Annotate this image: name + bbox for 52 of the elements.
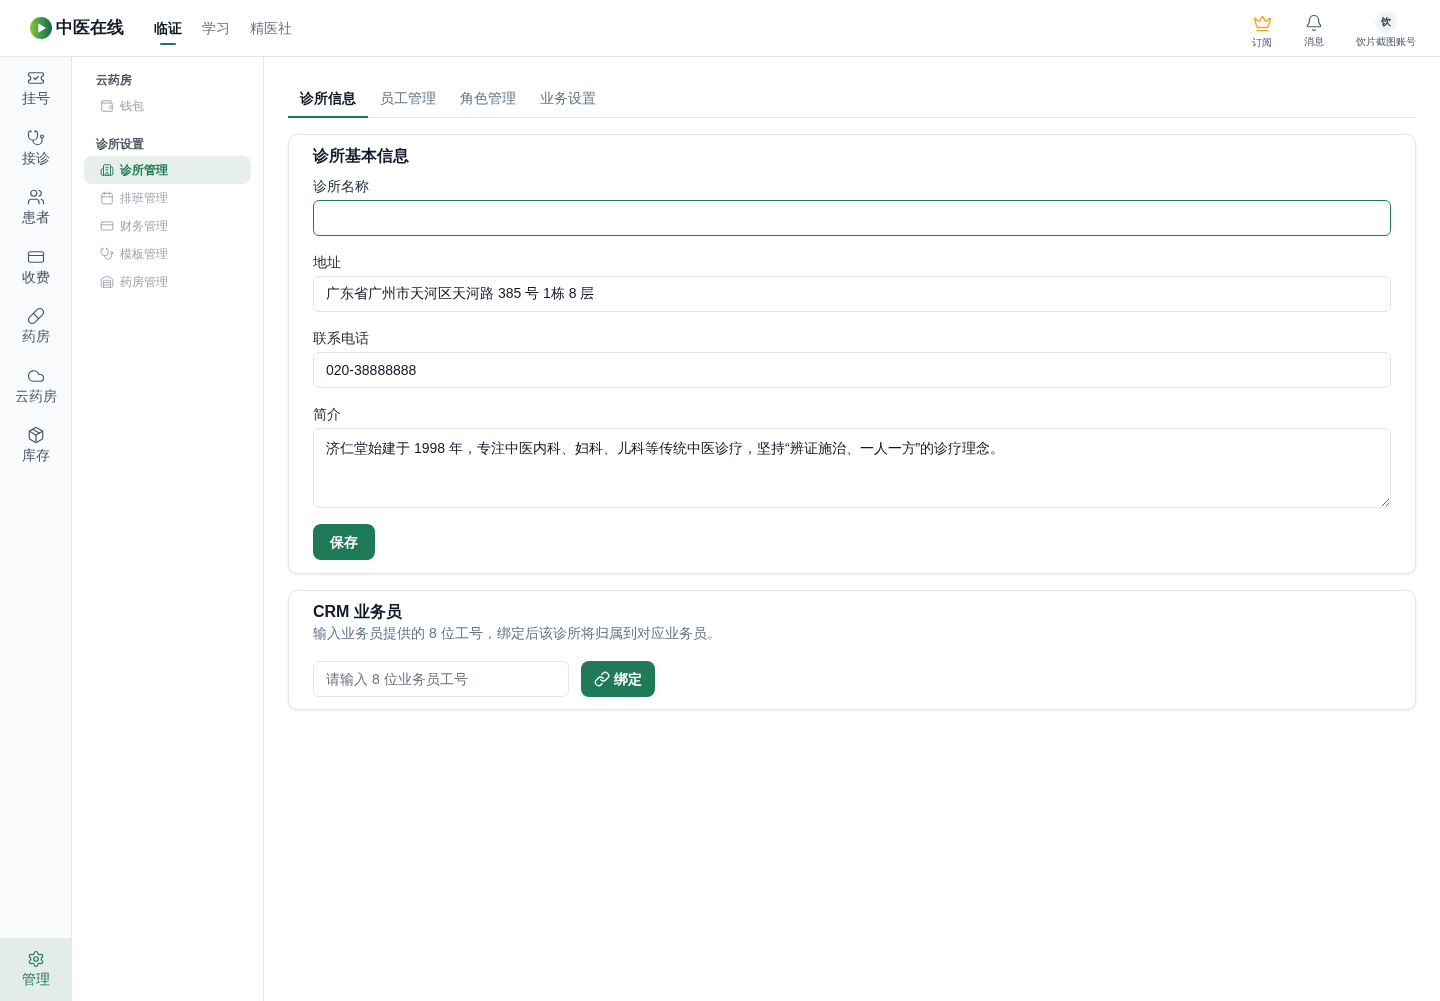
link-icon (594, 671, 610, 687)
textarea-field[interactable]: 济仁堂始建于 1998 年，专注中医内科、妇科、儿科等传统中医诊疗，坚持“辨证施治、一人一方”的诊疗理念。 (313, 428, 1391, 508)
box-icon (26, 426, 45, 445)
pill-icon (26, 307, 45, 326)
text-field[interactable]: 020-38888888 (313, 352, 1391, 388)
header-action[interactable]: 订阅 (1236, 0, 1288, 56)
rail-nav-item[interactable]: 收费 (0, 237, 71, 297)
bell-icon (1305, 14, 1323, 32)
tab[interactable]: 角色管理 (448, 80, 528, 118)
side-menu-item[interactable]: 诊所管理 (84, 156, 251, 184)
field-label: 诊所名称 (313, 177, 370, 196)
top-nav-tab[interactable]: 临证 (154, 0, 182, 56)
field-label: 简介 (313, 405, 342, 424)
text-field[interactable]: 广东省广州市天河区天河路 385 号 1栋 8 层 (313, 276, 1391, 312)
users-icon (26, 188, 45, 207)
card-description: 输入业务员提供的 8 位工号，绑定后该诊所将归属到对应业务员。 (313, 624, 722, 643)
brand-name: 中医在线 (56, 17, 124, 40)
tab[interactable]: 诊所信息 (288, 80, 368, 118)
field-label: 地址 (313, 253, 342, 272)
header-action[interactable]: 消息 (1288, 0, 1340, 56)
save-button[interactable]: 保存 (313, 524, 375, 560)
rail-nav-item[interactable]: 药房 (0, 297, 71, 357)
avatar: 饮 (1375, 11, 1397, 33)
account-menu[interactable]: 饮 饮片截图账号 (1356, 0, 1416, 56)
wallet-icon (100, 99, 114, 113)
calendar-icon (100, 191, 114, 205)
menu-section-title: 诊所设置 (95, 136, 145, 153)
rail-nav-item[interactable]: 患者 (0, 178, 71, 238)
card-title: CRM 业务员 (313, 602, 403, 622)
employee-id-field[interactable]: 请输入 8 位业务员工号 (313, 661, 569, 697)
rail-nav-item[interactable]: 挂号 (0, 59, 71, 119)
rail-nav-item[interactable]: 云药房 (0, 356, 71, 416)
top-nav-tab[interactable]: 学习 (202, 0, 230, 56)
rail-nav-item[interactable]: 接诊 (0, 118, 71, 178)
card-title: 诊所基本信息 (313, 146, 410, 166)
card-icon (100, 219, 114, 233)
rail-nav-item[interactable]: 库存 (0, 416, 71, 476)
settings-icon (26, 950, 45, 968)
logo-icon (30, 17, 52, 39)
top-nav-tab[interactable]: 精医社 (250, 0, 292, 56)
text-field[interactable] (313, 200, 1391, 236)
rail-nav-item[interactable]: 管理 (0, 938, 71, 1001)
crown-icon (1252, 14, 1272, 33)
bind-button[interactable]: 绑定 (581, 661, 655, 697)
stethoscope-icon (100, 247, 114, 261)
warehouse-icon (100, 275, 114, 289)
menu-section-title: 云药房 (95, 72, 133, 89)
tab[interactable]: 员工管理 (368, 80, 448, 118)
field-label: 联系电话 (313, 329, 370, 348)
tab[interactable]: 业务设置 (528, 80, 608, 118)
stethoscope-icon (26, 128, 45, 147)
building-icon (100, 163, 114, 177)
